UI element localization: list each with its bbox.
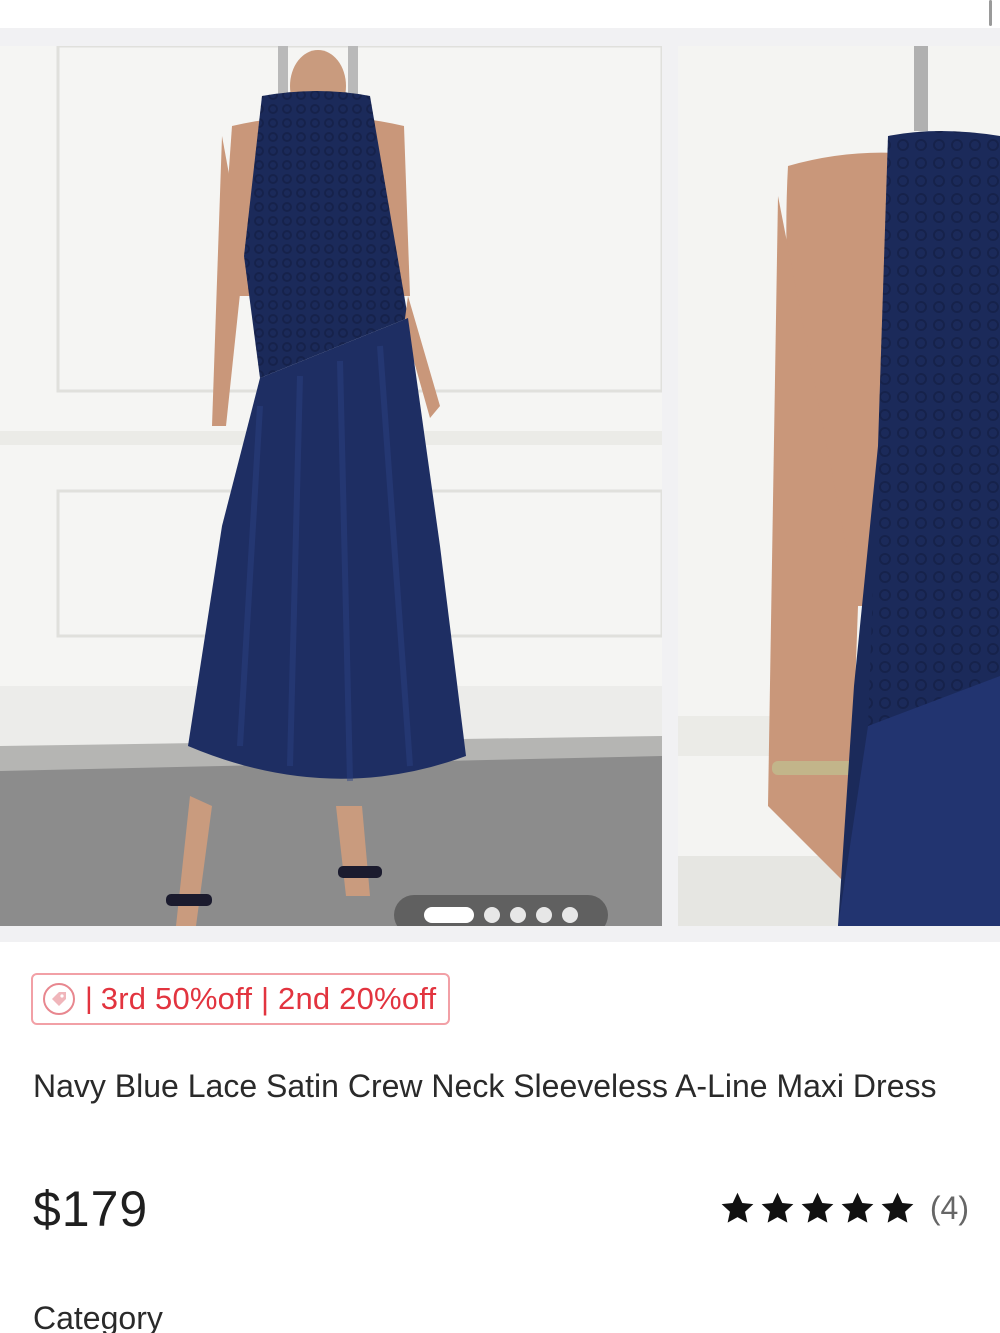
model-closeup-image [678,46,1000,926]
tag-icon [43,983,75,1015]
scrollbar-thumb[interactable] [989,0,992,26]
product-image-1[interactable] [0,46,662,926]
pager-dot-active[interactable] [424,907,474,923]
star-icon [761,1192,794,1223]
pager-dot[interactable] [536,907,552,923]
star-icon [801,1192,834,1223]
product-price: $179 [33,1181,149,1237]
product-image-2[interactable] [678,46,1000,926]
rating-stars [719,1190,916,1227]
model-full-length-image [0,46,662,926]
promo-separator: | [85,982,93,1015]
review-count[interactable]: (4) [930,1190,969,1227]
pager-dot[interactable] [484,907,500,923]
star-icon [721,1192,754,1223]
product-image-gallery[interactable] [0,28,1000,942]
pager-dot[interactable] [562,907,578,923]
category-section-label: Category [33,1300,163,1333]
promo-text: 3rd 50%off | 2nd 20%off [100,981,437,1016]
image-pager[interactable] [394,895,608,926]
promo-badge[interactable]: | 3rd 50%off | 2nd 20%off [31,973,451,1025]
star-icon [881,1192,914,1223]
product-rating[interactable]: (4) [719,1190,969,1227]
pager-dot[interactable] [510,907,526,923]
star-icon [841,1192,874,1223]
product-title: Navy Blue Lace Satin Crew Neck Sleeveles… [33,1068,937,1104]
top-strip [0,0,1000,28]
